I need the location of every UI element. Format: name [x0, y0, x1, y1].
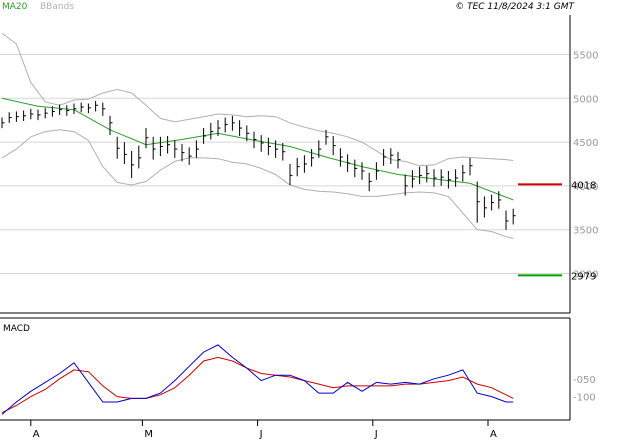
ohlc-bar: [80, 102, 84, 113]
price-grid: [0, 53, 570, 275]
ohlc-bar: [73, 103, 77, 115]
ohlc-bar: [131, 150, 135, 179]
y-tick-label: 3500: [573, 226, 598, 237]
macd-lines: [1, 344, 514, 415]
ohlc-bar: [1, 117, 5, 129]
ohlc-bar: [296, 157, 300, 177]
ohlc-bar: [469, 157, 473, 176]
x-tick-label: A: [33, 429, 40, 440]
chart-canvas: MA20 BBands © TEC 11/8/2024 3:1 GMT 3000…: [0, 2, 598, 440]
ohlc-bar: [145, 128, 149, 149]
ohlc-bar: [253, 131, 257, 149]
ohlc-bar: [102, 102, 106, 116]
ohlc-bar: [267, 137, 271, 156]
ohlc-bar: [462, 164, 466, 182]
ohlc-bar: [483, 196, 487, 218]
x-tick-label: J: [374, 429, 378, 440]
ohlc-bar: [87, 103, 91, 114]
ohlc-bar: [37, 109, 41, 121]
ohlc-bar: [8, 112, 12, 123]
ohlc-bar: [383, 149, 387, 166]
ohlc-bar: [231, 115, 235, 131]
ohlc-bar: [332, 135, 336, 156]
ohlc-bar: [44, 107, 48, 119]
ohlc-bar: [195, 140, 199, 158]
ohlc-bar: [167, 135, 171, 154]
legend-bbands: BBands: [40, 2, 74, 12]
copyright-text: © TEC 11/8/2024 3:1 GMT: [455, 2, 575, 12]
ohlc-bar: [275, 140, 279, 158]
ohlc-bar: [224, 117, 228, 133]
ohlc-bar: [95, 100, 99, 112]
ohlc-bar: [505, 210, 509, 230]
ohlc-bar: [174, 140, 178, 158]
ohlc-bar: [109, 115, 113, 136]
ohlc-bar: [30, 108, 34, 120]
ohlc-bar: [375, 162, 379, 180]
ohlc-bar: [512, 208, 516, 225]
macd-tick-label: -050: [573, 375, 596, 386]
ohlc-bar: [339, 148, 343, 167]
ohlc-bar: [159, 136, 163, 157]
price-tick-labels: 300035004000450050005500: [573, 50, 598, 280]
ohlc-bar: [239, 120, 243, 136]
price-bars: [1, 100, 516, 230]
ohlc-bar: [116, 136, 120, 159]
macd-tick-label: -100: [573, 393, 596, 404]
x-axis: AMJJA: [0, 419, 570, 440]
price-panel: 300035004000450050005500 40182979: [0, 15, 598, 314]
macd-panel: MACD -050 -100: [0, 317, 596, 420]
ohlc-bar: [15, 111, 19, 122]
ohlc-bar: [498, 191, 502, 209]
ohlc-bar: [433, 169, 437, 187]
macd-title: MACD: [3, 324, 30, 334]
legend-ma20: MA20: [2, 2, 28, 12]
ohlc-bar: [390, 148, 394, 164]
ohlc-bar: [491, 194, 495, 211]
ohlc-bar: [203, 128, 207, 144]
ohlc-bar: [397, 151, 401, 169]
signal-line: [1, 356, 514, 414]
level-label: 4018: [571, 180, 596, 191]
ohlc-bar: [311, 149, 315, 167]
ohlc-bar: [440, 169, 444, 186]
x-tick-label: A: [490, 429, 497, 440]
ohlc-bar: [210, 122, 214, 140]
y-tick-label: 5000: [573, 94, 598, 105]
ohlc-bar: [138, 145, 142, 169]
ohlc-bar: [66, 105, 70, 116]
y-tick-label: 5500: [573, 50, 598, 61]
bbands-upper-line: [1, 32, 514, 167]
level-label: 2979: [571, 271, 596, 282]
ohlc-bar: [188, 147, 192, 165]
macd-line: [1, 344, 514, 415]
x-tick-label: M: [144, 429, 153, 440]
macd-tick-labels: -050 -100: [573, 375, 596, 404]
ohlc-bar: [303, 155, 307, 173]
ma20-series-line: [1, 97, 514, 201]
y-tick-label: 4500: [573, 138, 598, 149]
x-tick-labels: AMJJA: [30, 420, 497, 440]
x-tick-label: J: [259, 429, 263, 440]
bollinger-bands: [1, 32, 514, 239]
ohlc-bar: [476, 181, 480, 223]
ohlc-bar: [289, 164, 293, 186]
ohlc-bar: [361, 162, 365, 180]
ohlc-bar: [368, 172, 372, 192]
ohlc-bar: [152, 136, 156, 160]
bbands-lower-line: [1, 129, 514, 239]
ohlc-bar: [411, 170, 415, 188]
ohlc-bar: [455, 169, 459, 187]
ma20-line: [1, 97, 514, 201]
ohlc-bar: [59, 104, 63, 115]
ohlc-bar: [426, 165, 430, 183]
ohlc-bar: [354, 159, 358, 178]
ohlc-bar: [23, 110, 27, 122]
ohlc-bar: [260, 135, 264, 152]
ohlc-bar: [123, 142, 127, 164]
ohlc-bar: [347, 154, 351, 172]
ohlc-bar: [419, 166, 423, 185]
